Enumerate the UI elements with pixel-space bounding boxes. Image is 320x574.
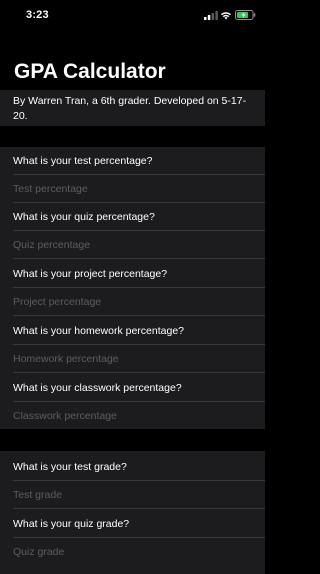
battery-charging-icon bbox=[235, 10, 256, 20]
test-percentage-field[interactable]: Test percentage bbox=[0, 175, 265, 203]
quiz-grade-label: What is your quiz grade? bbox=[0, 510, 265, 538]
grade-section: What is your test grade? Test grade What… bbox=[0, 451, 265, 574]
quiz-percentage-field[interactable]: Quiz percentage bbox=[0, 231, 265, 259]
homework-percentage-label: What is your homework percentage? bbox=[0, 317, 265, 345]
classwork-percentage-label: What is your classwork percentage? bbox=[0, 374, 265, 402]
status-bar: 3:23 bbox=[0, 0, 265, 32]
percentage-section: What is your test percentage? Test perce… bbox=[0, 147, 265, 429]
subtitle-text: By Warren Tran, a 6th grader. Developed … bbox=[13, 95, 247, 122]
test-grade-field[interactable]: Test grade bbox=[0, 481, 265, 509]
classwork-percentage-field[interactable]: Classwork percentage bbox=[0, 402, 265, 430]
homework-percentage-field[interactable]: Homework percentage bbox=[0, 345, 265, 373]
wifi-icon bbox=[221, 12, 231, 20]
project-percentage-field[interactable]: Project percentage bbox=[0, 288, 265, 316]
project-percentage-label: What is your project percentage? bbox=[0, 260, 265, 288]
cellular-signal-icon bbox=[204, 11, 218, 20]
quiz-percentage-label: What is your quiz percentage? bbox=[0, 203, 265, 231]
quiz-grade-field[interactable]: Quiz grade bbox=[0, 538, 265, 566]
test-percentage-label: What is your test percentage? bbox=[0, 147, 265, 175]
status-time: 3:23 bbox=[26, 9, 49, 21]
page-title: GPA Calculator bbox=[14, 60, 166, 83]
test-grade-label: What is your test grade? bbox=[0, 453, 265, 481]
